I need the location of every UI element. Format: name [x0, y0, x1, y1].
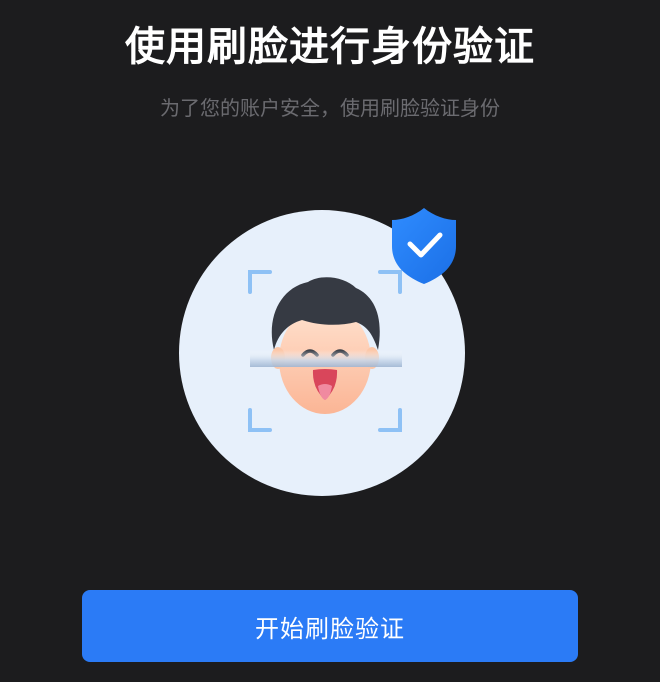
start-face-verification-button[interactable]: 开始刷脸验证 [82, 590, 578, 662]
scan-line [250, 350, 402, 367]
page-title: 使用刷脸进行身份验证 [125, 24, 535, 70]
page-subtitle: 为了您的账户安全，使用刷脸验证身份 [160, 96, 500, 120]
face-scan-illustration [170, 200, 480, 510]
